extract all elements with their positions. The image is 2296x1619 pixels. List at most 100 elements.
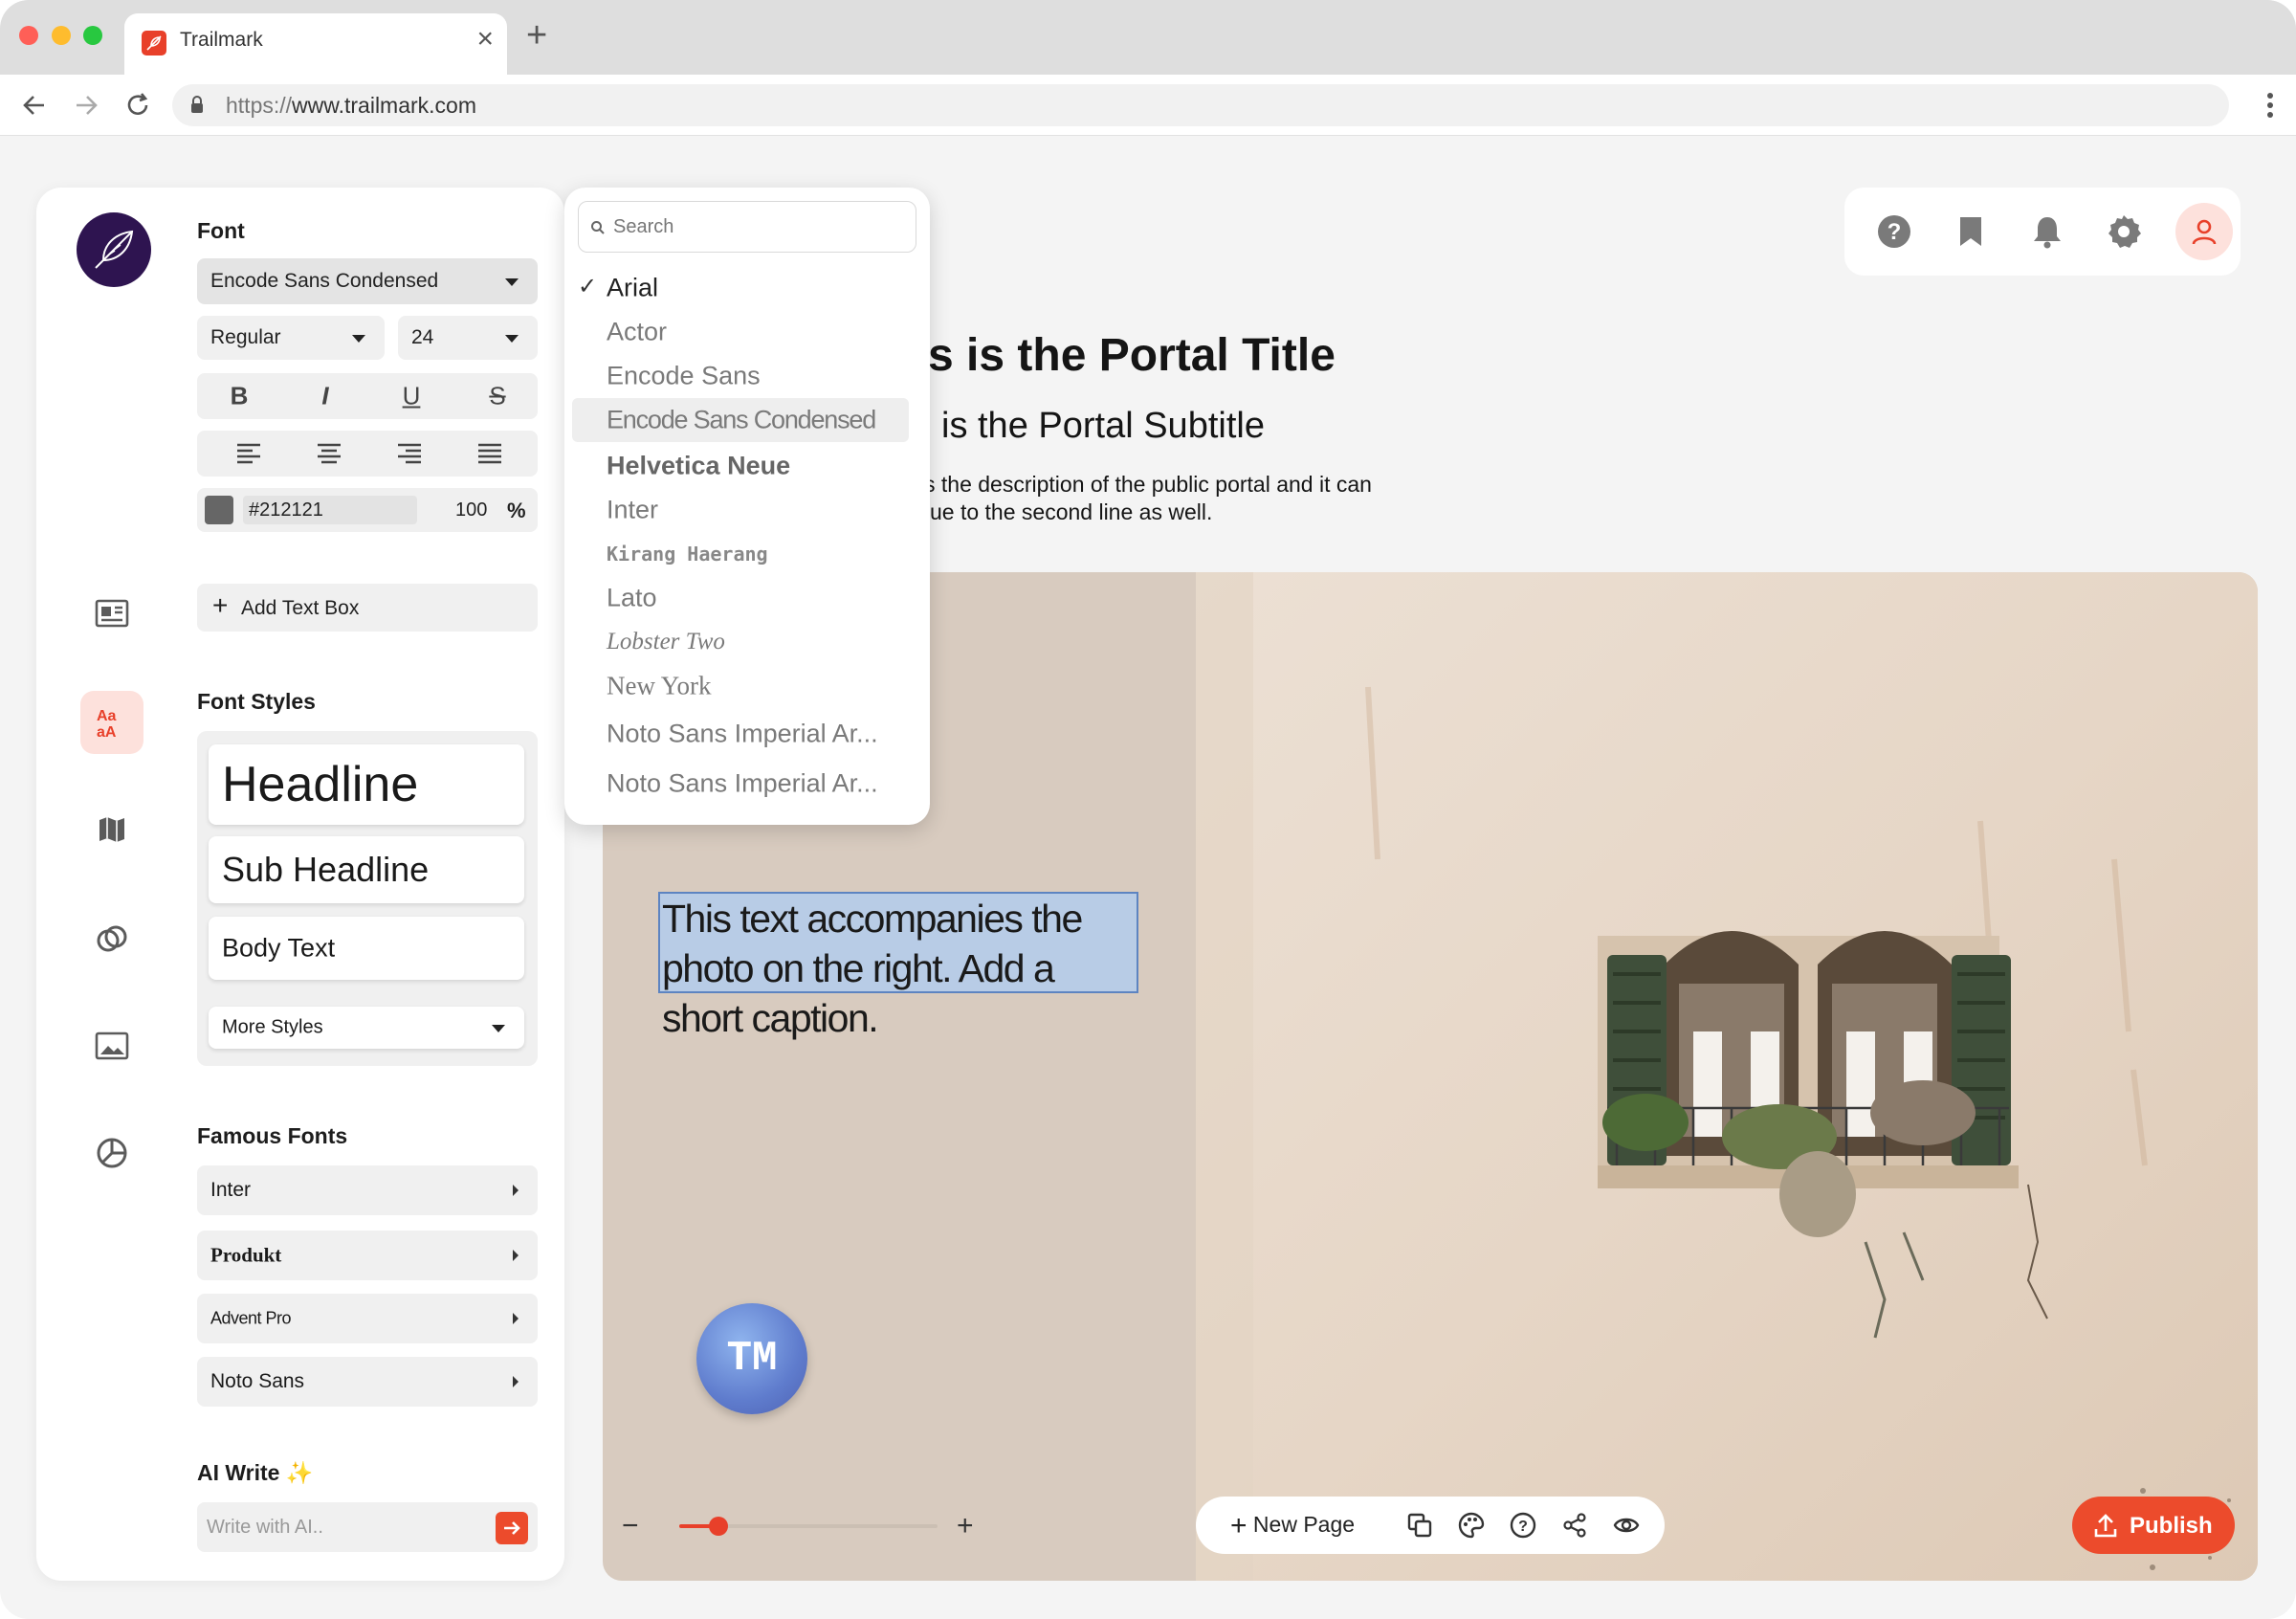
portal-title[interactable]: s is the Portal Title xyxy=(928,329,1336,382)
palette-icon[interactable] xyxy=(1458,1512,1485,1539)
italic-button[interactable]: I xyxy=(321,382,328,411)
style-sub-headline[interactable]: Sub Headline xyxy=(209,836,524,903)
more-styles-select[interactable]: More Styles xyxy=(209,1007,524,1049)
zoom-slider[interactable] xyxy=(679,1517,938,1536)
font-option-lobster-two[interactable]: Lobster Two xyxy=(572,620,909,664)
align-right-icon[interactable] xyxy=(396,442,423,465)
svg-text:?: ? xyxy=(1518,1519,1528,1535)
font-search-input[interactable]: Search xyxy=(578,201,916,253)
close-window-button[interactable] xyxy=(19,26,38,45)
page-actions-bar: + New Page ? xyxy=(1196,1497,1665,1554)
opacity-input[interactable]: 100 xyxy=(455,499,487,521)
famous-fonts-title: Famous Fonts xyxy=(197,1123,348,1148)
font-styles-icon[interactable]: Aa aA xyxy=(80,691,144,754)
ai-write-input[interactable]: Write with AI.. xyxy=(197,1502,538,1552)
forward-icon[interactable] xyxy=(69,88,103,122)
map-icon[interactable] xyxy=(80,798,144,861)
image-icon[interactable] xyxy=(80,1014,144,1077)
align-center-icon[interactable] xyxy=(316,442,342,465)
ai-submit-button[interactable] xyxy=(496,1512,528,1544)
font-option-actor[interactable]: Actor xyxy=(572,310,909,354)
new-tab-icon[interactable]: + xyxy=(526,17,547,54)
bell-icon[interactable] xyxy=(2024,209,2070,255)
font-option-lato[interactable]: Lato xyxy=(572,576,909,620)
font-option-encode-sans[interactable]: Encode Sans xyxy=(572,354,909,398)
sparkle-icon: ✨ xyxy=(285,1460,314,1485)
profile-icon[interactable] xyxy=(2175,203,2233,260)
font-option-encode-sans-condensed[interactable]: Encode Sans Condensed xyxy=(572,398,909,442)
url-text: https://www.trailmark.com xyxy=(226,93,477,118)
color-hex-input[interactable]: #212121 xyxy=(243,496,417,524)
browser-toolbar: https://www.trailmark.com xyxy=(0,75,2296,136)
browser-tab[interactable]: Trailmark × xyxy=(124,13,507,75)
tm-avatar[interactable]: TM xyxy=(696,1303,807,1414)
text-format-group: B I U S xyxy=(197,373,538,419)
chart-icon[interactable] xyxy=(80,1121,144,1185)
opacity-unit: % xyxy=(507,499,526,522)
bookmark-icon[interactable] xyxy=(1948,209,1994,255)
chevron-down-icon xyxy=(505,335,519,343)
svg-text:aA: aA xyxy=(97,724,117,740)
gear-icon[interactable] xyxy=(2101,209,2147,255)
publish-button[interactable]: Publish xyxy=(2072,1497,2235,1554)
portal-description[interactable]: s the description of the public portal a… xyxy=(924,471,1441,526)
chevron-down-icon xyxy=(505,278,519,286)
search-icon xyxy=(591,221,605,234)
browser-menu-icon[interactable] xyxy=(2265,88,2275,122)
chevron-down-icon xyxy=(492,1025,505,1032)
newspaper-icon[interactable] xyxy=(80,582,144,645)
rings-icon[interactable] xyxy=(80,907,144,970)
plus-icon: + xyxy=(1230,1510,1247,1541)
strikethrough-button[interactable]: S xyxy=(489,382,505,411)
arrow-right-icon xyxy=(504,1521,520,1535)
font-option-noto-sans-imperial-1[interactable]: Noto Sans Imperial Ar... xyxy=(572,712,909,756)
famous-font-advent-pro[interactable]: Advent Pro xyxy=(197,1294,538,1343)
underline-button[interactable]: U xyxy=(403,382,421,411)
reload-icon[interactable] xyxy=(121,88,155,122)
font-option-arial[interactable]: ✓ Arial xyxy=(572,266,909,310)
style-headline[interactable]: Headline xyxy=(209,744,524,825)
add-text-box-button[interactable]: + Add Text Box xyxy=(197,584,538,632)
align-left-icon[interactable] xyxy=(235,442,262,465)
portal-subtitle[interactable]: is the Portal Subtitle xyxy=(941,406,1265,447)
font-option-inter[interactable]: Inter xyxy=(572,488,909,532)
bold-button[interactable]: B xyxy=(231,382,249,411)
font-size-select[interactable]: 24 xyxy=(398,316,538,360)
zoom-out-button[interactable]: − xyxy=(622,1512,639,1541)
eye-icon[interactable] xyxy=(1613,1512,1640,1539)
font-option-helvetica-neue[interactable]: Helvetica Neue xyxy=(572,444,909,488)
close-tab-icon[interactable]: × xyxy=(476,25,494,54)
photo-caption-textbox[interactable]: This text accompanies the photo on the r… xyxy=(658,892,1138,1040)
minimize-window-button[interactable] xyxy=(52,26,71,45)
zoom-in-button[interactable]: + xyxy=(957,1512,974,1541)
zoom-slider-handle[interactable] xyxy=(708,1517,728,1536)
font-family-dropdown: Search ✓ Arial Actor Encode Sans Encode … xyxy=(564,188,930,825)
font-weight-select[interactable]: Regular xyxy=(197,316,385,360)
svg-text:Aa: Aa xyxy=(97,708,117,724)
maximize-window-button[interactable] xyxy=(83,26,102,45)
trailmark-logo[interactable] xyxy=(77,212,151,287)
window-photo[interactable] xyxy=(1196,572,2258,1581)
famous-font-inter[interactable]: Inter xyxy=(197,1165,538,1215)
browser-window: Trailmark × + https://www.trailmark.com xyxy=(0,0,2296,1619)
font-styles-title: Font Styles xyxy=(197,689,316,714)
font-option-new-york[interactable]: New York xyxy=(572,664,909,708)
font-family-select[interactable]: Encode Sans Condensed xyxy=(197,258,538,304)
checkmark-icon: ✓ xyxy=(578,274,598,300)
color-swatch[interactable] xyxy=(205,496,233,524)
align-justify-icon[interactable] xyxy=(476,442,503,465)
help-icon[interactable]: ? xyxy=(1871,209,1917,255)
famous-font-noto-sans[interactable]: Noto Sans xyxy=(197,1357,538,1407)
help-icon[interactable]: ? xyxy=(1510,1512,1536,1539)
style-body-text[interactable]: Body Text xyxy=(209,917,524,980)
font-section-title: Font xyxy=(197,218,245,243)
share-icon[interactable] xyxy=(1561,1512,1588,1539)
new-page-button[interactable]: + New Page xyxy=(1230,1510,1355,1541)
famous-font-produkt[interactable]: Produkt xyxy=(197,1231,538,1280)
copy-icon[interactable] xyxy=(1406,1512,1433,1539)
svg-text:?: ? xyxy=(1888,219,1902,245)
back-icon[interactable] xyxy=(17,88,52,122)
font-option-noto-sans-imperial-2[interactable]: Noto Sans Imperial Ar... xyxy=(572,762,909,806)
font-option-kirang-haerang[interactable]: Kirang Haerang xyxy=(572,532,909,576)
address-bar[interactable]: https://www.trailmark.com xyxy=(172,84,2229,126)
